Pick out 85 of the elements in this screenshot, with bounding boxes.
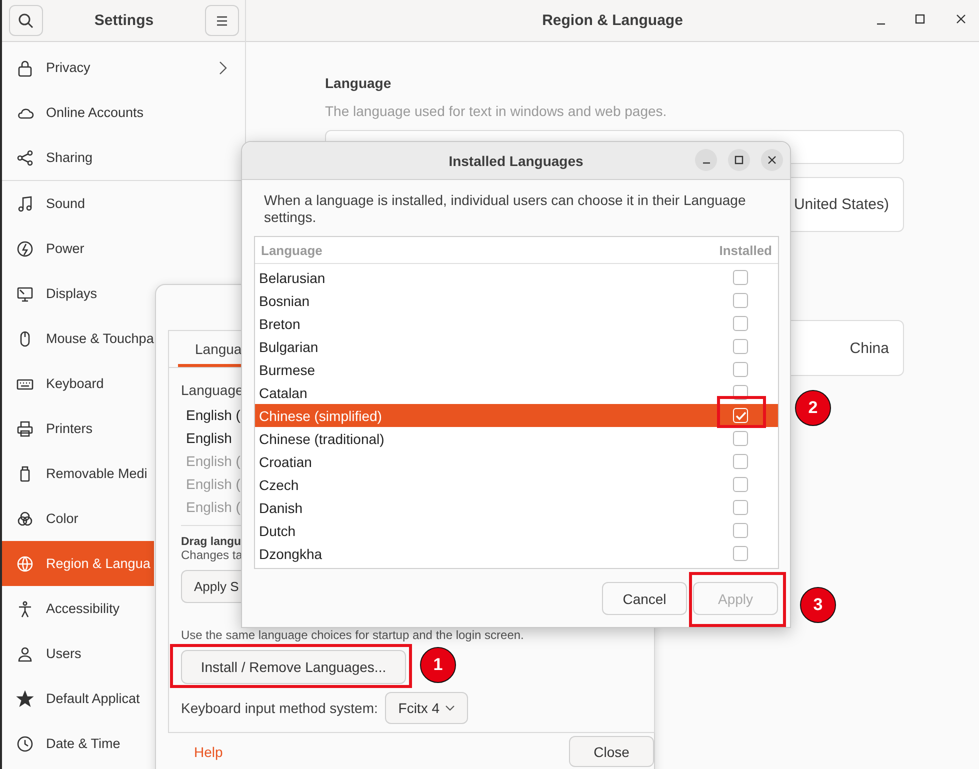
installed-checkbox[interactable] xyxy=(733,270,748,285)
language-row[interactable]: Belarusian xyxy=(255,266,778,289)
hint-text: Use the same language choices for startup and the login screen. xyxy=(181,628,524,642)
field-label: Language xyxy=(181,382,244,398)
maximize-icon xyxy=(734,155,744,165)
field-label: Keyboard input method system: xyxy=(181,700,378,716)
installed-checkbox[interactable] xyxy=(733,454,748,469)
maximize-button[interactable] xyxy=(728,149,750,171)
caret-icon xyxy=(444,705,454,711)
window-title: Region & Language xyxy=(542,12,683,29)
section-description: The language used for text in windows and web pages. xyxy=(325,103,668,119)
apply-system-button[interactable]: Apply S xyxy=(181,570,241,603)
lock-icon xyxy=(16,58,34,76)
installed-checkbox[interactable] xyxy=(733,431,748,446)
power-icon xyxy=(16,240,34,258)
language-row[interactable]: Dutch xyxy=(255,519,778,542)
cancel-button[interactable]: Cancel xyxy=(602,582,687,615)
language-row[interactable]: Chinese (traditional) xyxy=(255,427,778,450)
printer-icon xyxy=(16,420,34,438)
music-note-icon xyxy=(16,194,34,212)
installed-checkbox[interactable] xyxy=(733,339,748,354)
highlight-frame xyxy=(717,396,766,428)
installed-checkbox[interactable] xyxy=(733,500,748,515)
language-row[interactable]: Dzongkha xyxy=(255,542,778,565)
sidebar-item[interactable]: Color xyxy=(2,496,154,541)
sidebar-item[interactable]: Accessibility xyxy=(2,586,154,631)
language-row[interactable]: Chinese (simplified) xyxy=(255,404,778,427)
install-languages-button[interactable]: Install / Remove Languages... xyxy=(181,650,406,684)
sidebar-item[interactable]: Default Applicat xyxy=(2,676,154,721)
sidebar-item[interactable]: Date & Time xyxy=(2,721,154,766)
sidebar-item[interactable]: Displays xyxy=(2,271,154,316)
menu-icon xyxy=(215,14,229,26)
sidebar-item[interactable]: Privacy xyxy=(2,45,245,90)
language-row[interactable]: Catalan xyxy=(255,381,778,404)
sidebar-item[interactable]: Printers xyxy=(2,406,154,451)
star-icon xyxy=(16,690,34,708)
language-row[interactable]: Croatian xyxy=(255,450,778,473)
sidebar-item[interactable]: Region & Langua xyxy=(2,541,154,586)
input-method-dropdown[interactable]: Fcitx 4 xyxy=(384,692,468,724)
close-button[interactable]: Close xyxy=(569,736,654,767)
clock-icon xyxy=(16,734,34,752)
share-icon xyxy=(16,148,34,166)
close-icon[interactable] xyxy=(955,13,967,25)
installed-checkbox[interactable] xyxy=(733,477,748,492)
dialog-description: When a language is installed, individual users can choose it in their Language settings. xyxy=(263,192,747,226)
sidebar-item[interactable]: Removable Medi xyxy=(2,451,154,496)
row-value: China xyxy=(850,340,889,356)
sidebar-item[interactable]: Online Accounts xyxy=(2,90,245,135)
minimize-button[interactable] xyxy=(695,149,717,171)
sidebar-item[interactable]: Mouse & Touchpa xyxy=(2,316,154,361)
search-button[interactable] xyxy=(9,5,43,36)
help-link[interactable]: Help xyxy=(194,744,223,760)
language-row[interactable]: Burmese xyxy=(255,358,778,381)
menu-button[interactable] xyxy=(205,5,239,36)
sidebar-title: Settings xyxy=(94,12,154,29)
language-row[interactable]: Czech xyxy=(255,473,778,496)
language-row[interactable]: Bosnian xyxy=(255,289,778,312)
monitor-icon xyxy=(16,284,34,302)
row-value: United States) xyxy=(794,196,889,213)
minimize-icon xyxy=(702,162,710,164)
sidebar-item[interactable]: Keyboard xyxy=(2,361,154,406)
language-row[interactable]: Breton xyxy=(255,312,778,335)
sidebar-item[interactable]: Users xyxy=(2,631,154,676)
color-circles-icon xyxy=(16,510,34,528)
close-button[interactable] xyxy=(761,149,783,171)
sidebar-item[interactable]: Power xyxy=(2,226,245,271)
installed-checkbox[interactable] xyxy=(733,546,748,561)
language-row[interactable]: Bulgarian xyxy=(255,335,778,358)
hint-text: Drag langu xyxy=(181,536,242,548)
installed-checkbox[interactable] xyxy=(733,293,748,308)
sidebar-item[interactable]: Sharing xyxy=(2,135,245,180)
installed-checkbox[interactable] xyxy=(733,523,748,538)
dialog-title: Installed Languages xyxy=(448,152,584,168)
users-icon xyxy=(16,644,34,662)
globe-icon xyxy=(16,554,34,572)
maximize-icon[interactable] xyxy=(914,13,926,25)
sidebar-item[interactable]: Sound xyxy=(2,181,245,226)
person-icon xyxy=(16,600,34,618)
search-icon xyxy=(18,12,34,28)
minimize-icon[interactable] xyxy=(877,23,885,25)
installed-checkbox[interactable] xyxy=(733,362,748,377)
installed-checkbox[interactable] xyxy=(733,316,748,331)
language-row[interactable]: Danish xyxy=(255,496,778,519)
close-icon xyxy=(767,155,777,165)
section-heading: Language xyxy=(325,75,392,91)
